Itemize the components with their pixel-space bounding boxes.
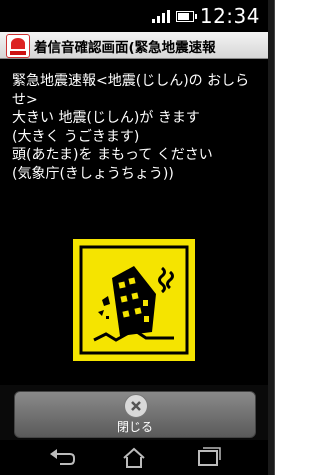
emergency-alert-icon (6, 34, 30, 58)
phone-screen: 12:34 着信音確認画面(緊急地震速報 緊急地震速報<地震(じしん)の おしら… (0, 0, 288, 475)
app-title-bar: 着信音確認画面(緊急地震速報 (0, 32, 268, 59)
battery-icon (175, 10, 197, 22)
signal-icon (151, 9, 170, 23)
message-line: 頭(あたま)を まもって ください (12, 147, 213, 163)
message-line: せ> (12, 91, 38, 108)
message-line: 大きい 地震(じしん)が きます (12, 110, 200, 126)
message-line: 緊急地震速報<地震(じしん)の おしら (12, 73, 250, 89)
status-bar: 12:34 (0, 0, 268, 32)
recent-apps-icon[interactable] (192, 446, 224, 470)
home-icon[interactable] (118, 446, 150, 470)
earthquake-warning-icon (73, 239, 195, 361)
button-bar: 閉じる (0, 385, 268, 440)
back-icon[interactable] (46, 446, 78, 470)
status-time: 12:34 (199, 4, 260, 28)
message-line: (大きく うごきます) (12, 128, 140, 145)
app-title: 着信音確認画面(緊急地震速報 (34, 40, 216, 56)
message-line: (気象庁(きしょうちょう)) (12, 165, 174, 182)
close-icon (124, 394, 148, 418)
navigation-bar (0, 440, 268, 475)
alert-message: 緊急地震速報<地震(じしん)の おしら せ> 大きい 地震(じしん)が きます … (12, 72, 258, 183)
close-button-label: 閉じる (116, 420, 153, 434)
close-button[interactable]: 閉じる (14, 391, 256, 438)
device-bezel (268, 0, 288, 475)
